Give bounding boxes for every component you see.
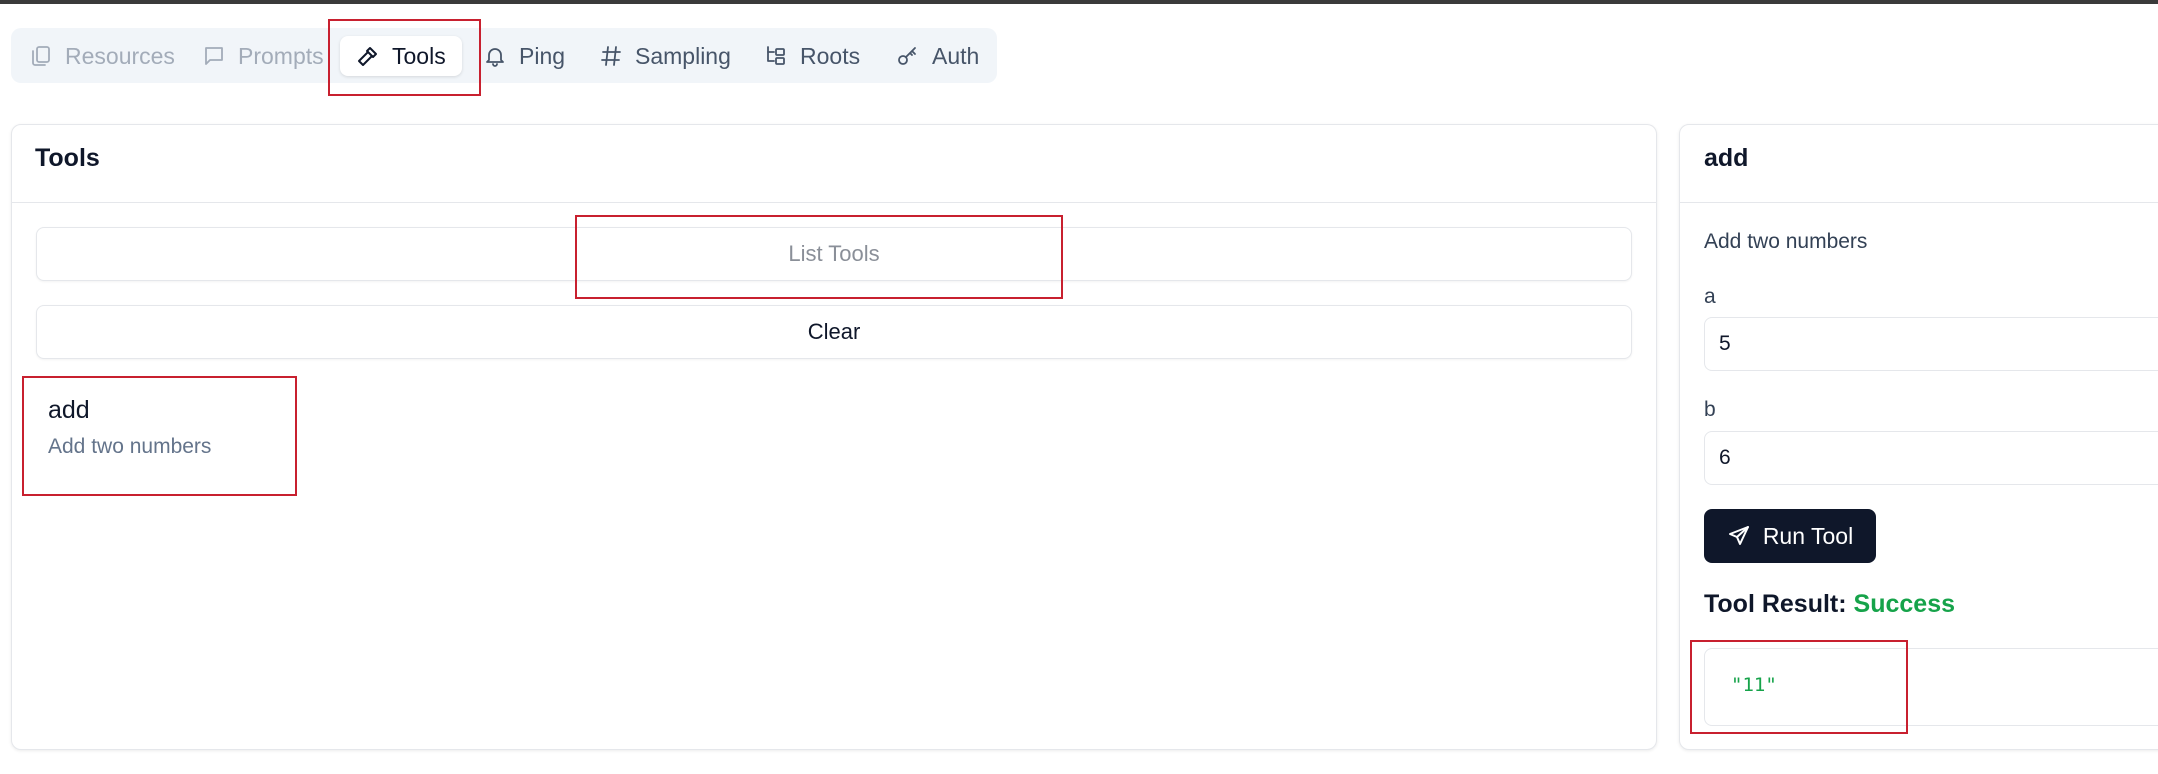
files-icon	[32, 46, 50, 66]
tab-label: Sampling	[635, 42, 731, 69]
param-a-label: a	[1704, 285, 1716, 308]
tool-result-status: Success	[1853, 590, 1955, 618]
tab-auth[interactable]: Auth	[896, 36, 979, 76]
tab-roots[interactable]: Roots	[764, 36, 860, 76]
tool-description: Add two numbers	[48, 435, 212, 458]
tools-card-title: Tools	[35, 144, 100, 172]
tab-prompts[interactable]: Prompts	[202, 36, 324, 76]
tab-label: Roots	[800, 42, 861, 69]
tab-resources[interactable]: Resources	[29, 36, 175, 76]
tool-detail-description: Add two numbers	[1704, 230, 1868, 253]
message-square-icon	[205, 47, 223, 65]
tab-label: Auth	[932, 42, 980, 69]
tab-ping[interactable]: Ping	[483, 36, 565, 76]
tool-name: add	[48, 396, 90, 424]
list-tools-button[interactable]: List Tools	[36, 227, 1632, 281]
tool-result-value: "11"	[1731, 674, 1777, 696]
tab-bar: Resources Prompts Tools Ping Sampling Ro…	[11, 28, 997, 83]
window-top-border	[0, 0, 2158, 4]
tools-card	[11, 124, 1657, 750]
tab-label: Prompts	[238, 42, 324, 69]
tool-detail-title: add	[1704, 144, 1749, 172]
bell-icon	[486, 48, 504, 67]
tab-label: Ping	[519, 42, 566, 69]
folder-tree-icon	[767, 46, 785, 65]
run-tool-button[interactable]: Run Tool	[1704, 509, 1876, 563]
tool-result-heading: Tool Result: Success	[1704, 590, 1955, 619]
param-b-input[interactable]: 6	[1704, 431, 2158, 485]
hammer-icon	[358, 47, 377, 66]
hash-icon	[601, 46, 621, 66]
tab-label: Tools	[392, 42, 446, 69]
tab-sampling[interactable]: Sampling	[599, 36, 731, 76]
param-b-label: b	[1704, 398, 1716, 421]
tool-list-item[interactable]: add Add two numbers	[48, 396, 211, 459]
tab-label: Resources	[65, 42, 175, 69]
send-icon	[1728, 526, 1749, 545]
tool-detail-divider	[1680, 202, 2158, 203]
clear-button[interactable]: Clear	[36, 305, 1632, 359]
tab-tools[interactable]: Tools	[340, 36, 462, 76]
run-tool-label: Run Tool	[1762, 522, 1854, 549]
key-icon	[898, 47, 916, 65]
tool-result-label: Tool Result:	[1704, 590, 1847, 618]
param-a-input[interactable]: 5	[1704, 317, 2158, 371]
tools-card-divider	[12, 202, 1656, 203]
